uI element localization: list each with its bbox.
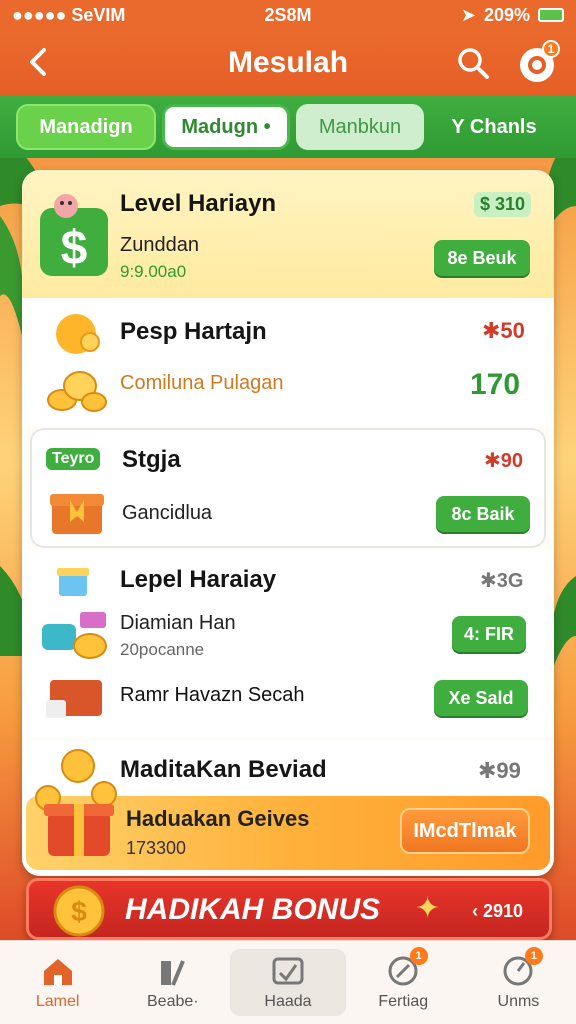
nav-item-lamel[interactable]: Lamel <box>0 941 115 1024</box>
level-subtitle: Zunddan <box>120 234 199 256</box>
home-icon <box>43 958 72 985</box>
tools-icon <box>160 959 185 986</box>
nav-item-unms[interactable]: 1 Unms <box>461 941 576 1024</box>
tab-chanls[interactable]: Y Chanls <box>430 104 558 150</box>
back-arrow-icon[interactable] <box>20 44 56 80</box>
carrier-signal: ●●●●● SeVIM <box>12 4 126 25</box>
nav-label-lamel: Lamel <box>35 992 80 1010</box>
nav-badge-unms: 1 <box>524 947 543 965</box>
notification-badge: 1 <box>542 40 560 58</box>
nav-item-haada[interactable]: Haada <box>230 949 346 1016</box>
maditakan-reward: ✱99 <box>478 758 521 783</box>
maditakan-title: MaditaKan Beviad <box>120 756 327 783</box>
gift-banner-button[interactable]: IMcdTlmak <box>400 808 530 854</box>
tab-manbkun[interactable]: Manbkun <box>296 104 424 150</box>
nav-item-fertiag[interactable]: 1 Fertiag <box>346 941 461 1024</box>
stgja-item2: Gancidlua <box>122 502 213 524</box>
stgja-tag: Teyro <box>46 448 101 470</box>
nav-label-haada: Haada <box>264 992 312 1010</box>
lepel-item3: Ramr Havazn Secah <box>120 684 305 706</box>
bonus-star-icon: ✦ <box>415 892 441 925</box>
lepel-reward: ✱3G <box>480 570 524 592</box>
bottom-nav: Lamel Beabe· Haada 1 Fertiag 1 Unms <box>0 940 576 1024</box>
small-gift-icon <box>57 568 89 596</box>
pesp-item2: Comiluna Pulagan <box>120 372 284 394</box>
stgja-title: Stgja <box>122 446 181 473</box>
list-item-level: $ Level Hariayn Zunddan 9:9.00a0 $ 310 8… <box>22 170 554 298</box>
search-icon[interactable] <box>454 44 492 82</box>
nav-label-beabe: Beabe· <box>147 992 199 1010</box>
tab-bar: Manadign Madugn • Manbkun Y Chanls <box>0 96 576 158</box>
bonus-banner[interactable]: $ HADIKAH BONUS ✦ ‹ 2910 <box>26 878 552 940</box>
gift-box-icon <box>50 494 104 534</box>
rewards-panel: $ Level Hariayn Zunddan 9:9.00a0 $ 310 8… <box>22 170 554 876</box>
battery-percent: 209% <box>483 4 530 25</box>
lepel-item2: Diamian Han <box>120 612 236 634</box>
notification-button[interactable]: 1 <box>514 40 560 86</box>
pesp-title: Pesp Hartajn <box>120 318 267 345</box>
bonus-coin-icon: $ <box>53 885 105 937</box>
svg-text:$: $ <box>71 896 87 927</box>
level-reward: $ 310 <box>474 192 532 217</box>
list-item-stgja: Teyro Stgja ✱90 Gancidlua 8c Baik <box>30 428 546 548</box>
bonus-value: ‹ 2910 <box>471 901 523 921</box>
lepel-title: Lepel Haraiay <box>120 566 277 593</box>
list-item-lepel: Lepel Haraiay ✱3G Diamian Han 20pocanne … <box>22 550 554 738</box>
page-title: Mesulah <box>227 46 349 79</box>
status-bar: ●●●●● SeVIM 2S8M ➤ 209% <box>0 0 576 30</box>
app-header: Mesulah 1 <box>0 30 576 96</box>
tab-madugn[interactable]: Madugn • <box>162 104 290 150</box>
nav-badge-fertiag: 1 <box>409 947 428 965</box>
coin-face-icon <box>56 314 100 354</box>
level-button[interactable]: 8e Beuk <box>434 240 530 276</box>
bonus-label: HADIKAH BONUS <box>125 893 380 926</box>
lepel-item2-detail: 20pocanne <box>120 640 205 659</box>
gift-with-coins-icon <box>35 749 117 856</box>
gift-banner-title: Haduakan Geives <box>126 806 310 831</box>
photo-badge-icon <box>272 957 304 984</box>
level-title: Level Hariayn <box>120 190 277 217</box>
nav-item-beabe[interactable]: Beabe· <box>115 941 230 1024</box>
stgja-button[interactable]: 8c Baik <box>436 496 530 532</box>
pesp-reward: ✱50 <box>482 318 525 343</box>
dollar-app-icon: $ <box>40 194 108 276</box>
brick-chest-icon <box>46 680 102 718</box>
coin-stack-icon <box>47 371 107 412</box>
list-item-pesp: Pesp Hartajn ✱50 Comiluna Pulagan 170 <box>22 298 554 426</box>
location-icon: ➤ <box>460 4 476 25</box>
pesp-item2-value: 170 <box>470 368 521 401</box>
level-detail: 9:9.00a0 <box>120 262 187 281</box>
lepel-item3-button[interactable]: Xe Sald <box>434 680 528 716</box>
tab-manadign[interactable]: Manadign <box>16 104 156 150</box>
nav-label-fertiag: Fertiag <box>378 992 429 1010</box>
svg-text:$: $ <box>61 222 88 275</box>
treasure-coins-icon <box>42 612 107 659</box>
battery-icon <box>538 8 564 22</box>
nav-label-unms: Unms <box>497 992 540 1010</box>
gift-banner-value: 173300 <box>126 838 187 858</box>
lepel-item2-button[interactable]: 4: FIR <box>452 616 526 652</box>
stgja-reward: ✱90 <box>484 450 524 472</box>
